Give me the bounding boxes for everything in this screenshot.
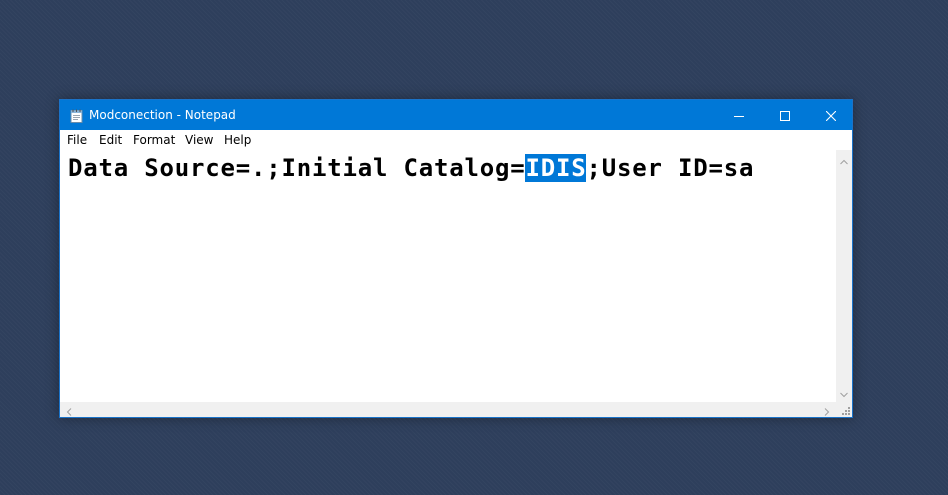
text-editor[interactable]: Data Source=.;Initial Catalog=IDIS;User … <box>60 150 836 402</box>
scroll-up-arrow-icon[interactable] <box>838 153 850 165</box>
scroll-right-arrow-icon[interactable] <box>821 403 833 416</box>
close-button[interactable] <box>808 100 854 130</box>
selected-text: IDIS <box>525 154 587 182</box>
window-title: Modconection - Notepad <box>89 108 236 122</box>
notepad-window: Modconection - Notepad File Edit Format … <box>59 99 853 418</box>
menu-format[interactable]: Format <box>133 133 175 147</box>
notepad-icon <box>70 108 83 123</box>
maximize-icon <box>780 106 790 125</box>
minimize-button[interactable] <box>716 100 762 130</box>
vertical-scrollbar[interactable] <box>836 150 852 402</box>
resize-grip[interactable] <box>836 402 852 417</box>
menu-file[interactable]: File <box>67 133 87 147</box>
menu-view[interactable]: View <box>185 133 213 147</box>
text-line: Data Source=.;Initial Catalog=IDIS;User … <box>68 153 754 183</box>
resize-grip-icon <box>836 402 852 421</box>
scroll-down-arrow-icon[interactable] <box>838 386 850 398</box>
close-icon <box>825 106 837 125</box>
scroll-left-arrow-icon[interactable] <box>63 403 75 416</box>
menu-edit[interactable]: Edit <box>99 133 122 147</box>
maximize-button[interactable] <box>762 100 808 130</box>
menu-bar: File Edit Format View Help <box>60 130 852 150</box>
text-after-selection: ;User ID=sa <box>586 154 755 182</box>
minimize-icon <box>734 106 744 125</box>
text-before-selection: Data Source=.;Initial Catalog= <box>68 154 526 182</box>
menu-help[interactable]: Help <box>224 133 251 147</box>
title-bar[interactable]: Modconection - Notepad <box>60 100 852 130</box>
horizontal-scrollbar[interactable] <box>60 402 836 417</box>
